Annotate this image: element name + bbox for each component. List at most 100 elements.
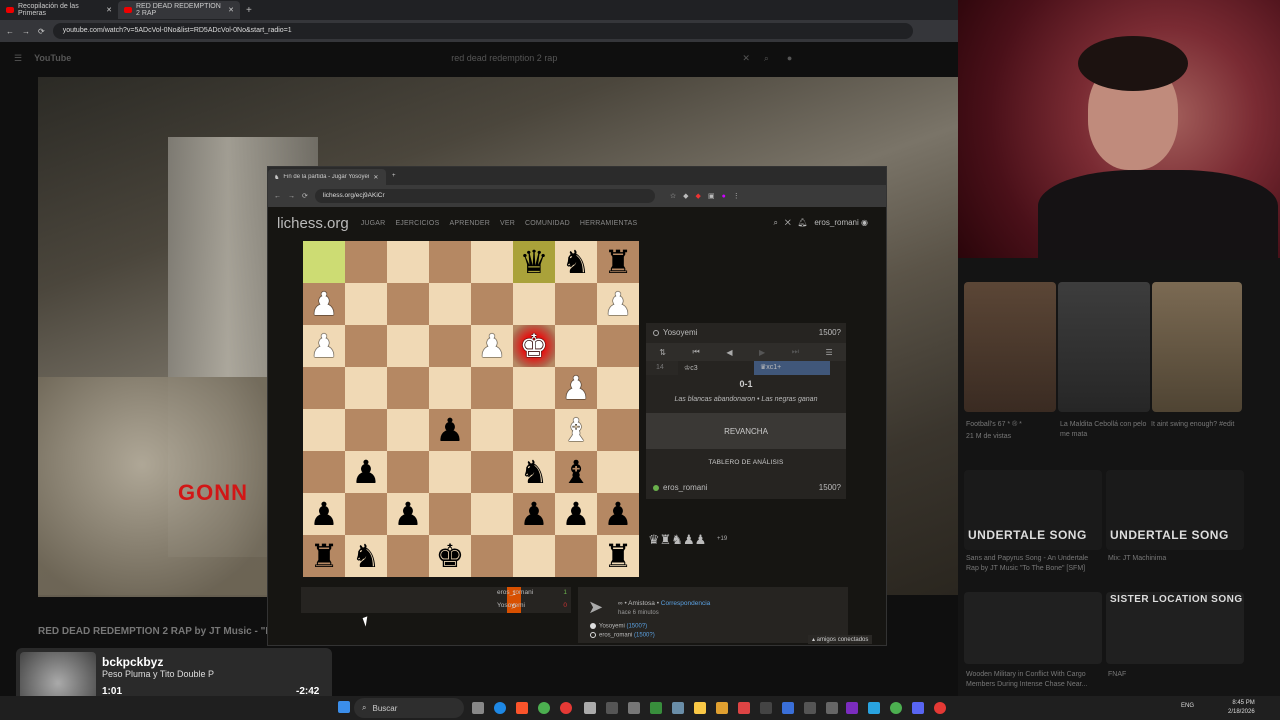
black-knight-icon[interactable]: ♞ — [520, 456, 549, 488]
square-h6[interactable] — [597, 325, 639, 367]
nav-ejercicios[interactable]: EJERCICIOS — [395, 220, 439, 227]
back-arrow-icon[interactable]: ← — [274, 193, 281, 200]
chess-board[interactable]: ♛ ♞ ♜ ♟ ♟ ♟ ♟ ♚ ♟ ♟ ♝ ♟ ♞ ♝ ♟ ♟ ♟ ♟ ♟ ♜ ♞ ♚ ♜ — [303, 241, 639, 577]
outer-tab-1[interactable]: Recopilación de las Primeras ✕ — [0, 1, 118, 19]
white-pawn-icon[interactable]: ♟ — [310, 330, 339, 362]
nav-ver[interactable]: VER — [500, 220, 515, 227]
square-f6[interactable]: ♚ — [513, 325, 555, 367]
square-g8[interactable]: ♞ — [555, 241, 597, 283]
white-pawn-icon[interactable]: ♟ — [562, 372, 591, 404]
square-e4[interactable] — [471, 409, 513, 451]
inner-url-field[interactable]: lichess.org/ecj9AKiCr — [314, 189, 655, 203]
user-menu[interactable]: ⌕ ✕ 🔔︎ eros_romani ◉ — [774, 218, 868, 228]
square-f5[interactable] — [513, 367, 555, 409]
windows-start-icon[interactable] — [338, 701, 350, 713]
square-g7[interactable] — [555, 283, 597, 325]
close-icon[interactable]: ✕ — [106, 6, 112, 14]
square-h4[interactable] — [597, 409, 639, 451]
square-b4[interactable] — [345, 409, 387, 451]
app-icon[interactable] — [868, 702, 880, 714]
settings-icon[interactable] — [628, 702, 640, 714]
square-g3[interactable]: ♝ — [555, 451, 597, 493]
square-c2[interactable]: ♟ — [387, 493, 429, 535]
square-a4[interactable] — [303, 409, 345, 451]
square-e2[interactable] — [471, 493, 513, 535]
square-b3[interactable]: ♟ — [345, 451, 387, 493]
app-icon[interactable] — [606, 702, 618, 714]
folder-icon[interactable] — [716, 702, 728, 714]
taskbar-search[interactable]: ⌕ Buscar — [354, 698, 464, 718]
black-pawn-icon[interactable]: ♟ — [604, 498, 633, 530]
opera-icon[interactable] — [560, 702, 572, 714]
rematch-button[interactable]: REVANCHA — [646, 413, 846, 449]
app-icon[interactable] — [760, 702, 772, 714]
extension-icon[interactable]: ◆ — [683, 192, 688, 200]
square-d4[interactable]: ♟ — [429, 409, 471, 451]
white-player-info[interactable]: Yosoyemi (1500?) — [590, 623, 647, 630]
square-g2[interactable]: ♟ — [555, 493, 597, 535]
square-d8[interactable] — [429, 241, 471, 283]
square-d1[interactable]: ♚ — [429, 535, 471, 577]
square-d3[interactable] — [429, 451, 471, 493]
square-d2[interactable] — [429, 493, 471, 535]
black-pawn-icon[interactable]: ♟ — [562, 498, 591, 530]
outer-tab-2[interactable]: RED DEAD REDEMPTION 2 RAP ✕ — [118, 1, 240, 19]
nav-comunidad[interactable]: COMUNIDAD — [525, 220, 570, 227]
app-icon[interactable] — [846, 702, 858, 714]
app-icon[interactable] — [826, 702, 838, 714]
square-f3[interactable]: ♞ — [513, 451, 555, 493]
square-h1[interactable]: ♜ — [597, 535, 639, 577]
square-h7[interactable]: ♟ — [597, 283, 639, 325]
black-knight-icon[interactable]: ♞ — [352, 540, 381, 572]
black-move[interactable]: ♛xc1+ — [754, 361, 830, 375]
recommendation-thumb[interactable] — [1058, 282, 1150, 412]
nav-aprender[interactable]: APRENDER — [449, 220, 490, 227]
prev-move-icon[interactable]: ◀ — [726, 348, 732, 357]
recommendation-thumb[interactable] — [1152, 282, 1242, 412]
chrome-active-icon[interactable] — [890, 702, 902, 714]
square-d5[interactable] — [429, 367, 471, 409]
square-d6[interactable] — [429, 325, 471, 367]
square-b1[interactable]: ♞ — [345, 535, 387, 577]
language-indicator[interactable]: ENG — [1181, 703, 1194, 709]
youtube-search-text[interactable]: red dead redemption 2 rap — [451, 53, 557, 63]
square-b8[interactable] — [345, 241, 387, 283]
last-move-icon[interactable]: ⏭ — [792, 347, 799, 357]
close-icon[interactable]: ✕ — [373, 174, 378, 181]
square-c1[interactable] — [387, 535, 429, 577]
square-c5[interactable] — [387, 367, 429, 409]
correspondence-link[interactable]: Correspondencia — [661, 600, 711, 607]
square-a8[interactable] — [303, 241, 345, 283]
black-bishop-icon[interactable]: ♝ — [562, 456, 591, 488]
crosstable-row[interactable]: eros_romani 1 — [475, 589, 567, 596]
white-pawn-icon[interactable]: ♟ — [310, 288, 339, 320]
chrome-icon[interactable] — [538, 702, 550, 714]
recommendation-thumb[interactable] — [964, 592, 1102, 664]
recommendation-title[interactable]: Mix: JT Machinima — [1108, 554, 1240, 564]
extensions-icon[interactable]: ▣ — [708, 192, 715, 200]
white-pawn-icon[interactable]: ♟ — [478, 330, 507, 362]
white-king-icon[interactable]: ♚ — [520, 330, 549, 362]
square-h3[interactable] — [597, 451, 639, 493]
square-g6[interactable] — [555, 325, 597, 367]
bell-icon[interactable]: 🔔︎ — [797, 218, 807, 227]
forward-arrow-icon[interactable]: → — [22, 27, 30, 36]
square-f7[interactable] — [513, 283, 555, 325]
black-king-icon[interactable]: ♚ — [436, 540, 465, 572]
recommendation-title[interactable]: Football's 67 * ® * — [966, 420, 1054, 430]
search-icon[interactable]: ⌕ — [764, 53, 769, 64]
square-e8[interactable] — [471, 241, 513, 283]
app-icon[interactable] — [738, 702, 750, 714]
clear-search-icon[interactable]: ✕ — [742, 53, 750, 64]
search-icon[interactable]: ⌕ — [774, 218, 778, 227]
square-e1[interactable] — [471, 535, 513, 577]
reload-icon[interactable]: ⟳ — [302, 192, 308, 200]
new-tab-icon[interactable]: + — [246, 5, 252, 16]
square-b2[interactable] — [345, 493, 387, 535]
white-bishop-icon[interactable]: ♝ — [562, 414, 591, 446]
back-arrow-icon[interactable]: ← — [6, 27, 14, 36]
black-pawn-icon[interactable]: ♟ — [352, 456, 381, 488]
friends-online-button[interactable]: ▴ amigos conectados — [808, 635, 873, 644]
nav-herramientas[interactable]: HERRAMIENTAS — [580, 220, 638, 227]
analysis-board-button[interactable]: TABLERO DE ANÁLISIS — [646, 453, 846, 471]
